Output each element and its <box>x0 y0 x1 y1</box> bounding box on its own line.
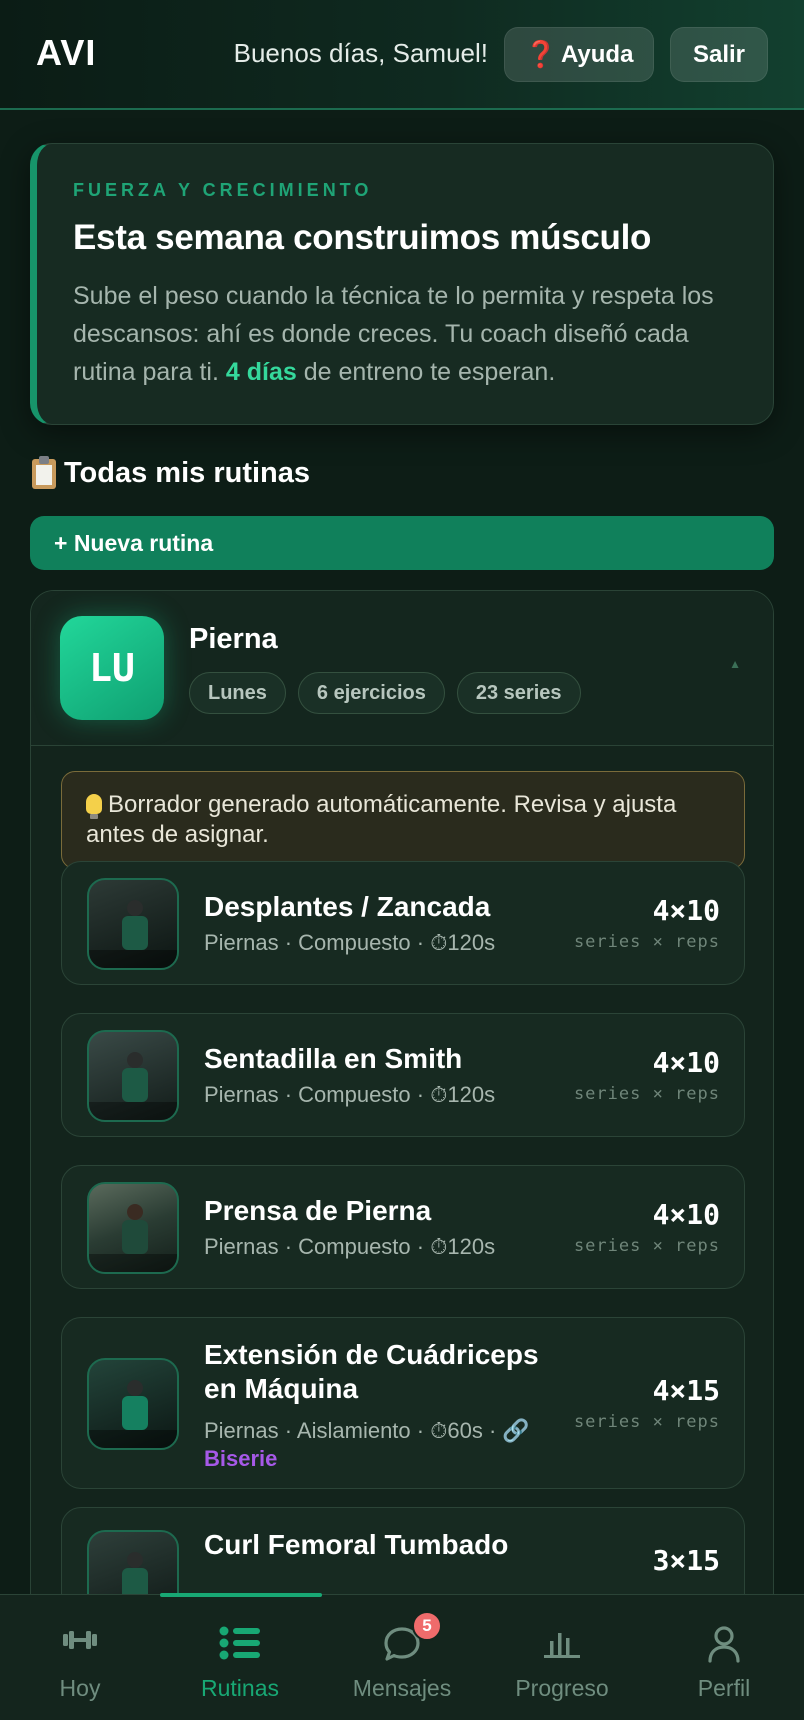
tab-routines-label: Rutinas <box>201 1675 279 1701</box>
collapse-caret-icon[interactable]: ▲ <box>729 657 741 671</box>
exercise-reps: 3×15 <box>652 1544 720 1577</box>
exercise-card[interactable]: Curl Femoral Tumbado 3×15 <box>61 1507 745 1594</box>
routine-card: LU Pierna Lunes 6 ejercicios 23 series ▲… <box>30 590 774 1594</box>
tab-today[interactable]: Hoy <box>0 1595 160 1720</box>
exercise-thumbnail <box>87 1530 179 1594</box>
hero-body-suffix: de entreno te esperan. <box>303 358 556 386</box>
logout-button[interactable]: Salir <box>670 27 768 82</box>
main-content[interactable]: FUERZA Y CRECIMIENTO Esta semana constru… <box>0 110 804 1594</box>
exercise-card[interactable]: Extensión de Cuádriceps en Máquina Piern… <box>61 1317 745 1489</box>
tab-progress[interactable]: Progreso <box>482 1595 642 1720</box>
exercise-meta: Piernas · Compuesto · ⏱120s <box>204 1234 496 1259</box>
exercise-thumbnail <box>87 1030 179 1122</box>
exercise-reps: 4×10 <box>652 1198 720 1231</box>
exercise-name: Extensión de Cuádriceps en Máquina <box>204 1339 539 1404</box>
user-icon <box>708 1626 740 1663</box>
exercise-reps: 4×15 <box>652 1374 720 1407</box>
chip-series: 23 series <box>456 672 581 714</box>
day-badge: LU <box>60 616 164 720</box>
tab-messages-label: Mensajes <box>352 1675 452 1701</box>
exercise-card[interactable]: Desplantes / Zancada Piernas · Compuesto… <box>61 861 745 985</box>
logout-button-label: Salir <box>692 40 746 68</box>
exercise-reps: 4×10 <box>652 1046 720 1079</box>
exercise-reps-unit: series × reps <box>573 1084 720 1104</box>
exercise-meta: Piernas · Compuesto · ⏱120s <box>204 1082 496 1107</box>
tab-routines[interactable]: Rutinas <box>160 1595 320 1720</box>
dumbbell-icon <box>63 1631 97 1649</box>
exercise-reps: 4×10 <box>652 894 720 927</box>
exercise-name: Prensa de Pierna <box>204 1195 432 1226</box>
exercise-reps-unit: series × reps <box>573 1412 720 1432</box>
hero-highlight: 4 días <box>225 358 297 386</box>
section-title-text: Todas mis rutinas <box>64 457 311 489</box>
exercise-reps-unit: series × reps <box>573 932 720 952</box>
greeting-text: Buenos días, Samuel! <box>233 38 488 68</box>
exercise-meta: Piernas · Aislamiento · ⏱60s · 🔗 <box>204 1418 530 1443</box>
exercise-meta: Piernas · Compuesto · ⏱120s <box>204 930 496 955</box>
draft-notice: Borrador generado automáticamente. Revis… <box>61 771 745 869</box>
tab-profile[interactable]: Perfil <box>644 1595 804 1720</box>
exercise-thumbnail <box>87 1358 179 1450</box>
exercise-name: Curl Femoral Tumbado <box>204 1529 509 1560</box>
draft-notice-text: Borrador generado automáticamente. Revis… <box>86 791 677 848</box>
help-button-label: Ayuda <box>560 40 634 68</box>
tab-profile-label: Perfil <box>697 1675 751 1701</box>
tab-messages[interactable]: Mensajes <box>322 1595 482 1720</box>
hero-body: Sube el peso cuando la técnica te lo per… <box>73 277 753 391</box>
help-button[interactable]: ❓ Ayuda <box>504 27 654 82</box>
exercise-thumbnail <box>87 1182 179 1274</box>
section-title: Todas mis rutinas <box>32 455 311 490</box>
exercise-card[interactable]: Prensa de Pierna Piernas · Compuesto · ⏱… <box>61 1165 745 1289</box>
bottom-tab-bar: Hoy Rutinas Mensajes 5 Progreso Perfil <box>0 1593 804 1720</box>
chip-exercises: 6 ejercicios <box>297 672 445 714</box>
tab-progress-label: Progreso <box>515 1675 609 1701</box>
exercise-name: Sentadilla en Smith <box>204 1043 463 1074</box>
weekly-hero-card: FUERZA Y CRECIMIENTO Esta semana constru… <box>30 143 774 425</box>
exercise-reps-unit: series × reps <box>573 1236 720 1256</box>
hero-eyebrow: FUERZA Y CRECIMIENTO <box>73 180 373 200</box>
exercise-thumbnail <box>87 878 179 970</box>
chip-day: Lunes <box>189 672 286 714</box>
new-routine-button[interactable]: + Nueva rutina <box>30 516 774 570</box>
hero-title: Esta semana construimos músculo <box>73 218 652 257</box>
exercise-card[interactable]: Sentadilla en Smith Piernas · Compuesto … <box>61 1013 745 1137</box>
messages-count-badge: 5 <box>412 1611 442 1641</box>
tab-today-label: Hoy <box>59 1675 101 1701</box>
question-icon: ❓ <box>524 39 557 69</box>
routine-name: Pierna <box>189 623 278 655</box>
list-icon <box>219 1626 260 1660</box>
exercise-name: Desplantes / Zancada <box>204 891 491 922</box>
routine-chips: Lunes 6 ejercicios 23 series <box>189 672 581 714</box>
clipboard-icon <box>32 455 56 489</box>
bar-chart-icon <box>544 1633 580 1658</box>
biserie-badge: Biserie <box>204 1446 278 1471</box>
routine-header[interactable]: LU Pierna Lunes 6 ejercicios 23 series ▲ <box>31 591 773 746</box>
lightbulb-icon <box>86 794 102 819</box>
app-logo: AVI <box>36 32 97 73</box>
top-bar: AVI Buenos días, Samuel! ❓ Ayuda Salir <box>0 0 804 110</box>
